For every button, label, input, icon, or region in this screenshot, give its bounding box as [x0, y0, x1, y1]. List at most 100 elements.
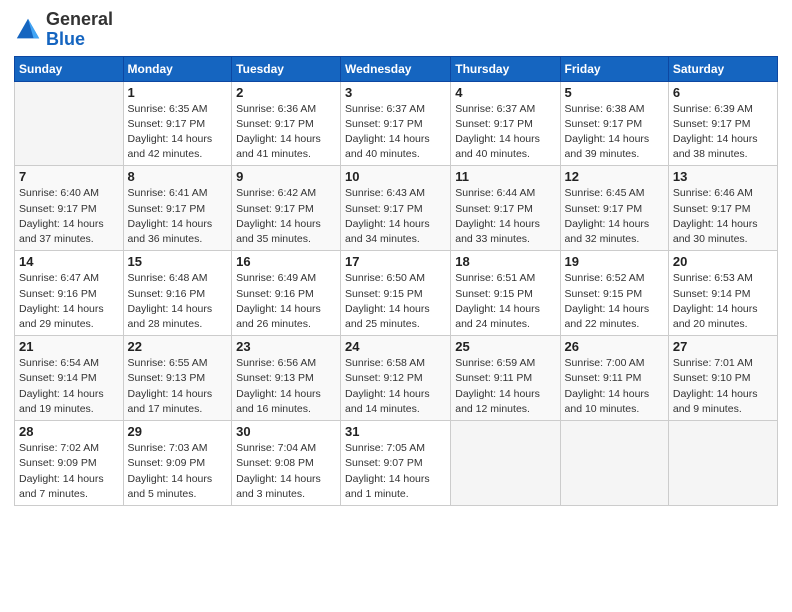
day-number: 25 [455, 339, 555, 354]
day-number: 13 [673, 169, 773, 184]
day-number: 9 [236, 169, 336, 184]
day-number: 21 [19, 339, 119, 354]
day-info: Sunrise: 6:46 AM Sunset: 9:17 PM Dayligh… [673, 186, 773, 247]
day-info: Sunrise: 6:41 AM Sunset: 9:17 PM Dayligh… [128, 186, 228, 247]
calendar-cell: 28 Sunrise: 7:02 AM Sunset: 9:09 PM Dayli… [15, 421, 124, 506]
calendar-cell: 4Sunrise: 6:37 AM Sunset: 9:17 PM Daylig… [451, 81, 560, 166]
day-number: 18 [455, 254, 555, 269]
calendar-cell: 30 Sunrise: 7:04 AM Sunset: 9:08 PM Dayli… [232, 421, 341, 506]
calendar-week-5: 28 Sunrise: 7:02 AM Sunset: 9:09 PM Dayli… [15, 421, 778, 506]
calendar-cell: 27 Sunrise: 7:01 AM Sunset: 9:10 PM Dayli… [668, 336, 777, 421]
day-info: Sunrise: 6:47 AM Sunset: 9:16 PM Dayligh… [19, 271, 119, 332]
weekday-header-friday: Friday [560, 56, 668, 81]
calendar-cell: 3 Sunrise: 6:37 AM Sunset: 9:17 PM Daylig… [341, 81, 451, 166]
weekday-header-wednesday: Wednesday [341, 56, 451, 81]
day-number: 11 [455, 169, 555, 184]
page-header: General Blue [14, 10, 778, 50]
day-info: Sunrise: 6:51 AM Sunset: 9:15 PM Dayligh… [455, 271, 555, 332]
day-info: Sunrise: 6:50 AM Sunset: 9:15 PM Dayligh… [345, 271, 446, 332]
day-number: 12 [565, 169, 664, 184]
day-number: 3 [345, 85, 446, 100]
day-number: 26 [565, 339, 664, 354]
weekday-header-row: SundayMondayTuesdayWednesdayThursdayFrid… [15, 56, 778, 81]
calendar-cell [451, 421, 560, 506]
calendar-table: SundayMondayTuesdayWednesdayThursdayFrid… [14, 56, 778, 506]
day-number: 20 [673, 254, 773, 269]
calendar-cell: 20 Sunrise: 6:53 AM Sunset: 9:14 PM Dayli… [668, 251, 777, 336]
day-number: 4 [455, 85, 555, 100]
calendar-cell: 23 Sunrise: 6:56 AM Sunset: 9:13 PM Dayli… [232, 336, 341, 421]
weekday-header-sunday: Sunday [15, 56, 124, 81]
day-info: Sunrise: 6:56 AM Sunset: 9:13 PM Dayligh… [236, 356, 336, 417]
day-number: 5 [565, 85, 664, 100]
calendar-cell: 31Sunrise: 7:05 AM Sunset: 9:07 PM Dayli… [341, 421, 451, 506]
calendar-cell: 25Sunrise: 6:59 AM Sunset: 9:11 PM Dayli… [451, 336, 560, 421]
day-info: Sunrise: 6:45 AM Sunset: 9:17 PM Dayligh… [565, 186, 664, 247]
day-number: 29 [128, 424, 228, 439]
calendar-cell: 14 Sunrise: 6:47 AM Sunset: 9:16 PM Dayli… [15, 251, 124, 336]
calendar-cell: 12 Sunrise: 6:45 AM Sunset: 9:17 PM Dayli… [560, 166, 668, 251]
day-info: Sunrise: 7:02 AM Sunset: 9:09 PM Dayligh… [19, 441, 119, 502]
calendar-cell: 2 Sunrise: 6:36 AM Sunset: 9:17 PM Daylig… [232, 81, 341, 166]
weekday-header-saturday: Saturday [668, 56, 777, 81]
day-number: 8 [128, 169, 228, 184]
calendar-cell: 8 Sunrise: 6:41 AM Sunset: 9:17 PM Daylig… [123, 166, 232, 251]
day-number: 14 [19, 254, 119, 269]
day-info: Sunrise: 7:04 AM Sunset: 9:08 PM Dayligh… [236, 441, 336, 502]
calendar-cell: 15 Sunrise: 6:48 AM Sunset: 9:16 PM Dayli… [123, 251, 232, 336]
day-info: Sunrise: 7:05 AM Sunset: 9:07 PM Dayligh… [345, 441, 446, 502]
day-number: 10 [345, 169, 446, 184]
calendar-cell: 5 Sunrise: 6:38 AM Sunset: 9:17 PM Daylig… [560, 81, 668, 166]
day-info: Sunrise: 6:36 AM Sunset: 9:17 PM Dayligh… [236, 102, 336, 163]
calendar-cell: 18 Sunrise: 6:51 AM Sunset: 9:15 PM Dayli… [451, 251, 560, 336]
day-number: 22 [128, 339, 228, 354]
day-info: Sunrise: 6:38 AM Sunset: 9:17 PM Dayligh… [565, 102, 664, 163]
day-info: Sunrise: 6:48 AM Sunset: 9:16 PM Dayligh… [128, 271, 228, 332]
day-info: Sunrise: 6:54 AM Sunset: 9:14 PM Dayligh… [19, 356, 119, 417]
day-number: 19 [565, 254, 664, 269]
day-info: Sunrise: 6:43 AM Sunset: 9:17 PM Dayligh… [345, 186, 446, 247]
day-info: Sunrise: 7:01 AM Sunset: 9:10 PM Dayligh… [673, 356, 773, 417]
calendar-week-3: 14 Sunrise: 6:47 AM Sunset: 9:16 PM Dayli… [15, 251, 778, 336]
day-number: 15 [128, 254, 228, 269]
calendar-cell [560, 421, 668, 506]
day-number: 27 [673, 339, 773, 354]
day-info: Sunrise: 6:35 AM Sunset: 9:17 PM Dayligh… [128, 102, 228, 163]
day-info: Sunrise: 6:53 AM Sunset: 9:14 PM Dayligh… [673, 271, 773, 332]
calendar-week-2: 7Sunrise: 6:40 AM Sunset: 9:17 PM Daylig… [15, 166, 778, 251]
day-number: 2 [236, 85, 336, 100]
calendar-cell: 7Sunrise: 6:40 AM Sunset: 9:17 PM Daylig… [15, 166, 124, 251]
day-number: 23 [236, 339, 336, 354]
calendar-cell: 13 Sunrise: 6:46 AM Sunset: 9:17 PM Dayli… [668, 166, 777, 251]
day-info: Sunrise: 7:03 AM Sunset: 9:09 PM Dayligh… [128, 441, 228, 502]
calendar-week-4: 21 Sunrise: 6:54 AM Sunset: 9:14 PM Dayli… [15, 336, 778, 421]
day-info: Sunrise: 6:44 AM Sunset: 9:17 PM Dayligh… [455, 186, 555, 247]
day-number: 30 [236, 424, 336, 439]
calendar-cell: 6 Sunrise: 6:39 AM Sunset: 9:17 PM Daylig… [668, 81, 777, 166]
calendar-cell: 16 Sunrise: 6:49 AM Sunset: 9:16 PM Dayli… [232, 251, 341, 336]
calendar-cell: 29 Sunrise: 7:03 AM Sunset: 9:09 PM Dayli… [123, 421, 232, 506]
calendar-cell: 24Sunrise: 6:58 AM Sunset: 9:12 PM Dayli… [341, 336, 451, 421]
weekday-header-thursday: Thursday [451, 56, 560, 81]
day-info: Sunrise: 6:39 AM Sunset: 9:17 PM Dayligh… [673, 102, 773, 163]
day-info: Sunrise: 6:55 AM Sunset: 9:13 PM Dayligh… [128, 356, 228, 417]
logo: General Blue [14, 10, 113, 50]
day-number: 7 [19, 169, 119, 184]
calendar-cell: 1Sunrise: 6:35 AM Sunset: 9:17 PM Daylig… [123, 81, 232, 166]
calendar-cell: 17 Sunrise: 6:50 AM Sunset: 9:15 PM Dayli… [341, 251, 451, 336]
day-number: 17 [345, 254, 446, 269]
calendar-cell [15, 81, 124, 166]
day-info: Sunrise: 6:52 AM Sunset: 9:15 PM Dayligh… [565, 271, 664, 332]
page-container: General Blue SundayMondayTuesdayWednesda… [0, 0, 792, 612]
day-info: Sunrise: 6:42 AM Sunset: 9:17 PM Dayligh… [236, 186, 336, 247]
day-number: 28 [19, 424, 119, 439]
day-info: Sunrise: 6:49 AM Sunset: 9:16 PM Dayligh… [236, 271, 336, 332]
day-number: 6 [673, 85, 773, 100]
day-info: Sunrise: 6:37 AM Sunset: 9:17 PM Dayligh… [345, 102, 446, 163]
logo-icon [14, 16, 42, 44]
day-info: Sunrise: 7:00 AM Sunset: 9:11 PM Dayligh… [565, 356, 664, 417]
calendar-cell [668, 421, 777, 506]
day-number: 24 [345, 339, 446, 354]
calendar-week-1: 1Sunrise: 6:35 AM Sunset: 9:17 PM Daylig… [15, 81, 778, 166]
day-number: 16 [236, 254, 336, 269]
